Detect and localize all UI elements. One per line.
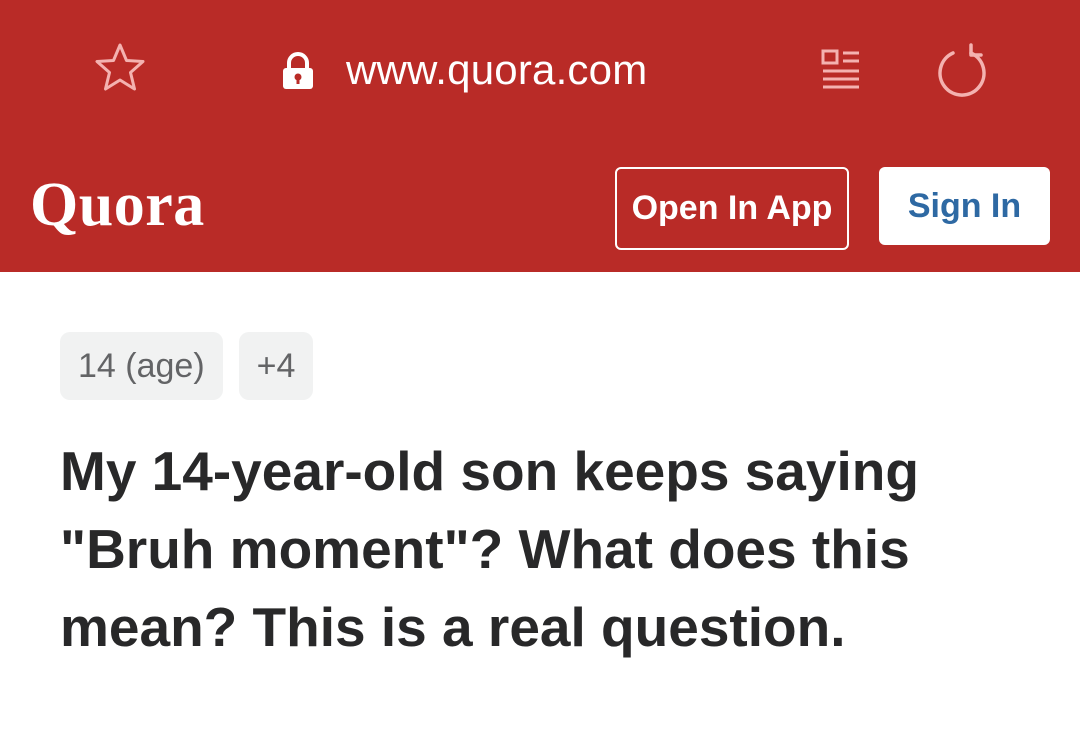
reader-mode-icon[interactable]: [812, 42, 868, 98]
star-icon[interactable]: [92, 40, 148, 96]
reload-icon[interactable]: [930, 40, 990, 100]
url-text[interactable]: www.quora.com: [346, 44, 647, 96]
sign-in-button[interactable]: Sign In: [879, 167, 1050, 245]
browser-address-bar: www.quora.com: [0, 0, 1080, 140]
topic-chips: 14 (age) +4: [60, 332, 314, 400]
topic-chip-age[interactable]: 14 (age): [60, 332, 223, 400]
question-title: My 14-year-old son keeps saying "Bruh mo…: [60, 440, 919, 658]
quora-logo[interactable]: Quora: [30, 170, 205, 240]
open-in-app-button[interactable]: Open In App: [615, 167, 849, 250]
lock-icon: [280, 52, 316, 90]
topic-chip-more[interactable]: +4: [238, 332, 314, 400]
site-header: Quora Open In App Sign In: [0, 140, 1080, 272]
